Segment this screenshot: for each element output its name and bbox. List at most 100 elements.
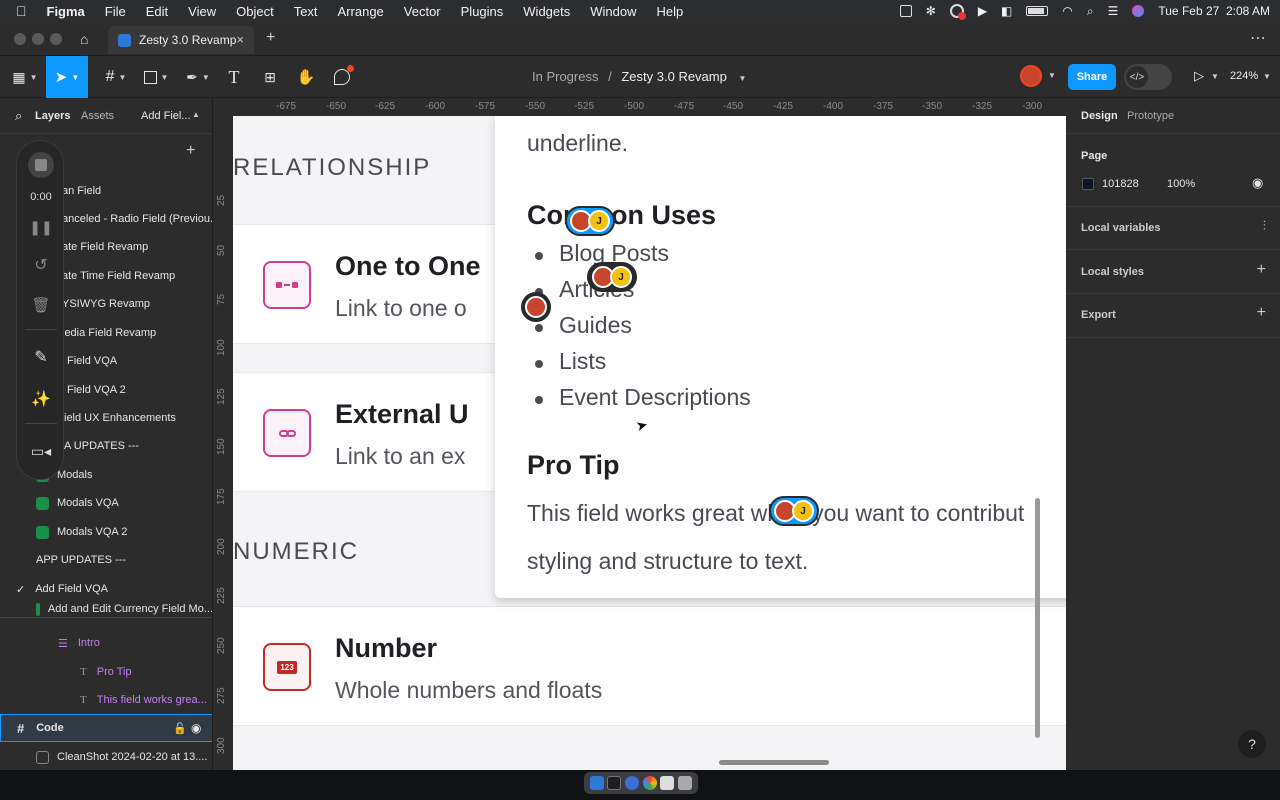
more-options-icon[interactable]: ⋯: [1250, 28, 1266, 48]
figma-dock-icon[interactable]: [607, 776, 622, 790]
new-tab-button[interactable]: +: [266, 29, 275, 47]
move-tool-button[interactable]: ➤ ▼: [46, 56, 88, 98]
window-zoom-light[interactable]: [50, 33, 62, 45]
apple-icon[interactable]: : [0, 3, 37, 19]
spotlight-search-icon[interactable]: ⌕: [1087, 4, 1094, 19]
chevron-up-icon[interactable]: ▲: [192, 110, 200, 119]
layer-item[interactable]: APP UPDATES ---: [0, 546, 212, 574]
menu-view[interactable]: View: [178, 4, 226, 19]
camera-icon[interactable]: ▭◂: [17, 437, 65, 465]
tab-assets[interactable]: Assets: [81, 110, 114, 122]
shape-tool-button[interactable]: ▼: [140, 56, 172, 98]
chevron-down-icon[interactable]: ▼: [738, 74, 746, 83]
play-circle-icon[interactable]: ▶: [978, 4, 987, 18]
status-icon[interactable]: [899, 5, 912, 17]
text-tool-button[interactable]: T: [222, 56, 246, 98]
layer-item-intro[interactable]: ☰ Intro: [0, 629, 212, 657]
tab-prototype[interactable]: Prototype: [1127, 110, 1174, 122]
local-variables-section[interactable]: Local variables ⫶: [1066, 207, 1280, 250]
resources-tool-button[interactable]: ⊞: [258, 56, 282, 98]
menubar-datetime[interactable]: Tue Feb 27 2:08 AM: [1158, 4, 1270, 18]
menu-file[interactable]: File: [95, 4, 136, 19]
menu-help[interactable]: Help: [647, 4, 694, 19]
breadcrumb-file[interactable]: Zesty 3.0 Revamp: [621, 69, 727, 84]
eye-icon[interactable]: ◉: [191, 721, 201, 735]
safari-icon[interactable]: [625, 776, 640, 790]
window-minimize-light[interactable]: [32, 33, 44, 45]
search-icon[interactable]: ⌕: [15, 108, 22, 124]
page-color-swatch[interactable]: [1082, 178, 1094, 190]
vertical-scrollbar[interactable]: [1035, 498, 1040, 738]
dev-mode-toggle[interactable]: </>: [1124, 64, 1172, 90]
collaborator-cursor[interactable]: [521, 292, 551, 322]
chrome-icon[interactable]: [642, 776, 657, 790]
window-close-light[interactable]: [14, 33, 26, 45]
menu-text[interactable]: Text: [284, 4, 328, 19]
menu-vector[interactable]: Vector: [394, 4, 451, 19]
layer-item-code-frame[interactable]: # Code 🔓 ◉: [0, 714, 212, 742]
tab-design[interactable]: Design: [1081, 110, 1118, 122]
tab-zesty-revamp[interactable]: Zesty 3.0 Revamp ×: [108, 26, 254, 54]
menu-widgets[interactable]: Widgets: [513, 4, 580, 19]
zoom-level[interactable]: 224%: [1230, 70, 1258, 82]
finder-icon[interactable]: [589, 776, 604, 790]
tab-layers[interactable]: Layers: [35, 110, 70, 122]
page-color-hex[interactable]: 101828: [1102, 178, 1139, 190]
siri-icon[interactable]: [1132, 5, 1145, 17]
layer-item-pro-tip[interactable]: T Pro Tip: [0, 658, 212, 686]
add-icon[interactable]: +: [1257, 261, 1266, 279]
collaborator-cursor[interactable]: J: [587, 262, 637, 292]
control-center-icon[interactable]: ☰: [1108, 4, 1119, 18]
export-section[interactable]: Export +: [1066, 294, 1280, 338]
collaborator-cursor[interactable]: J: [769, 496, 819, 526]
menu-arrange[interactable]: Arrange: [328, 4, 394, 19]
trash-icon[interactable]: [678, 776, 693, 790]
page-opacity[interactable]: 100%: [1167, 178, 1195, 190]
add-icon[interactable]: +: [1257, 304, 1266, 322]
eye-icon[interactable]: ◉: [1252, 175, 1263, 191]
layer-item-current-page[interactable]: ✓ Add Field VQA: [0, 575, 212, 603]
chevron-down-icon[interactable]: ▼: [1048, 71, 1056, 80]
present-play-icon[interactable]: ▷: [1194, 68, 1204, 84]
confetti-icon[interactable]: ✨: [17, 385, 65, 413]
layer-item[interactable]: Add and Edit Currency Field Mo...: [0, 603, 212, 617]
collaborator-cursor[interactable]: J: [565, 206, 615, 236]
wifi-icon[interactable]: ◠: [1062, 4, 1072, 18]
trash-icon[interactable]: 🗑: [17, 291, 65, 319]
gear-icon[interactable]: ✻: [926, 4, 936, 18]
hand-tool-button[interactable]: ✋: [294, 56, 318, 98]
menu-plugins[interactable]: Plugins: [451, 4, 514, 19]
pen-tool-button[interactable]: ✒ ▼: [182, 56, 214, 98]
chevron-down-icon[interactable]: ▼: [1263, 72, 1271, 81]
design-canvas[interactable]: -675 -650 -625 -600 -575 -550 -525 -500 …: [213, 98, 1066, 770]
stop-recording-button[interactable]: [17, 147, 65, 183]
shortcut-icon[interactable]: ◧: [1001, 4, 1012, 18]
document-icon[interactable]: [660, 776, 675, 790]
sliders-icon[interactable]: ⫶: [1263, 218, 1266, 234]
breadcrumb-project[interactable]: In Progress: [532, 69, 598, 84]
layer-item-text[interactable]: T This field works grea...: [0, 686, 212, 714]
artboard[interactable]: RELATIONSHIP One to One Link to one o Ex…: [233, 116, 1066, 770]
chevron-down-icon[interactable]: ▼: [1211, 72, 1219, 81]
pencil-icon[interactable]: ✎: [17, 343, 65, 371]
recording-icon[interactable]: [949, 4, 966, 20]
field-card-number[interactable]: 123 Number Whole numbers and floats: [233, 606, 1066, 726]
local-styles-section[interactable]: Local styles +: [1066, 250, 1280, 294]
menu-window[interactable]: Window: [580, 4, 646, 19]
layer-item[interactable]: Modals VQA 2: [0, 518, 212, 546]
pause-icon[interactable]: ❚❚: [17, 213, 65, 241]
horizontal-scrollbar[interactable]: [719, 760, 829, 765]
menu-app[interactable]: Figma: [37, 4, 95, 19]
add-page-icon[interactable]: +: [186, 142, 195, 160]
unlock-icon[interactable]: 🔓: [173, 722, 187, 735]
battery-icon[interactable]: [1026, 6, 1049, 16]
main-menu-button[interactable]: ▦ ▼: [8, 56, 42, 98]
tab-close-icon[interactable]: ×: [236, 32, 244, 47]
frame-tool-button[interactable]: # ▼: [100, 56, 132, 98]
comment-tool-button[interactable]: [330, 56, 354, 98]
menu-edit[interactable]: Edit: [136, 4, 178, 19]
menu-object[interactable]: Object: [226, 4, 284, 19]
restart-icon[interactable]: ↺: [17, 251, 65, 279]
layer-item-image[interactable]: CleanShot 2024-02-20 at 13....: [0, 743, 212, 770]
home-icon[interactable]: ⌂: [80, 31, 88, 47]
